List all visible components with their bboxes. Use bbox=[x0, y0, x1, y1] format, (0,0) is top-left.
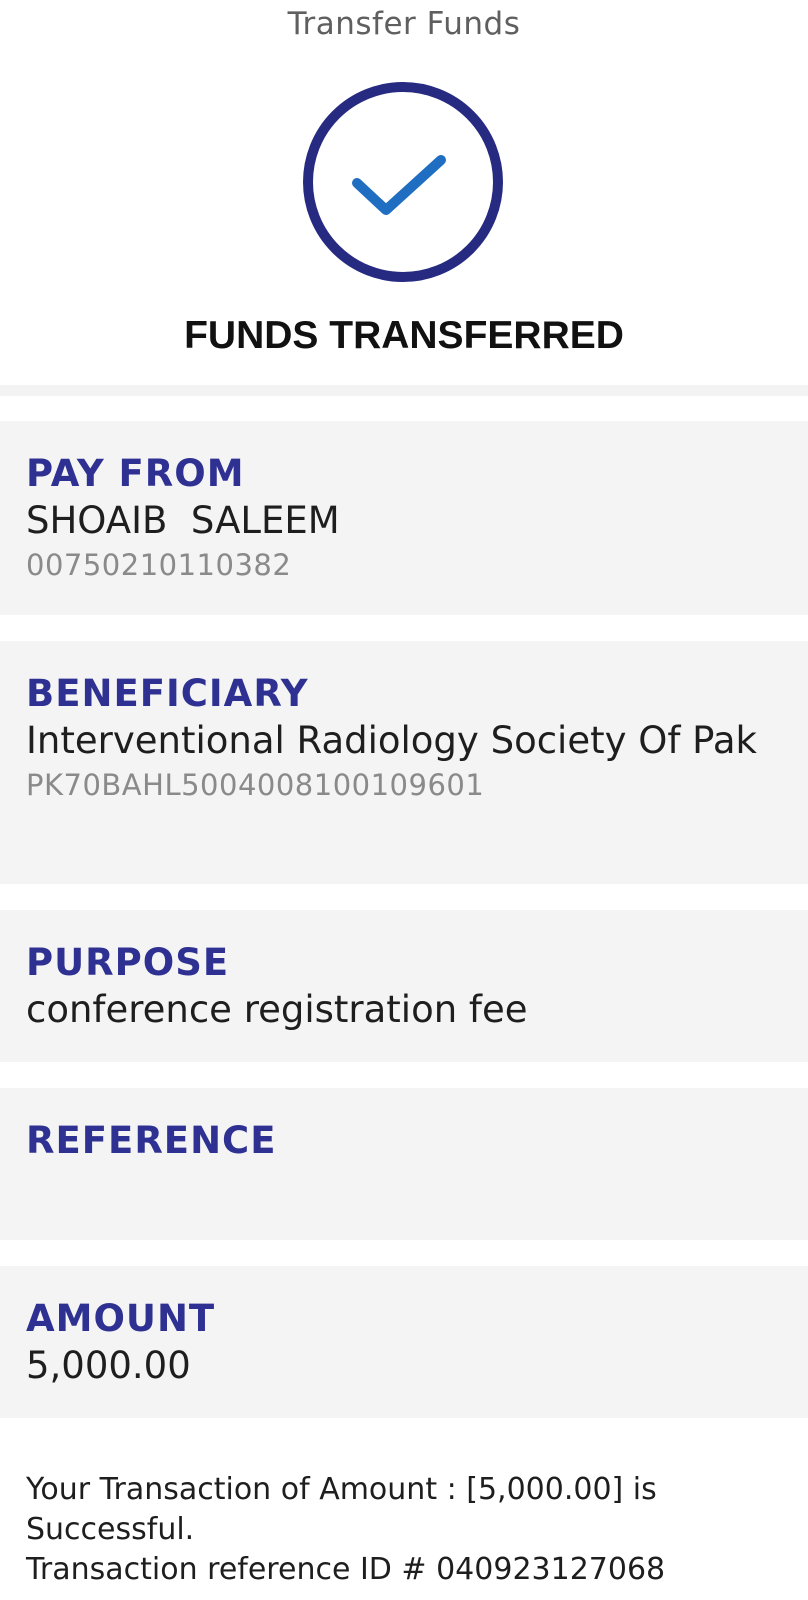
beneficiary-section: BENEFICIARY Interventional Radiology Soc… bbox=[0, 641, 808, 884]
beneficiary-label: BENEFICIARY bbox=[26, 672, 309, 715]
transaction-reference-id: Transaction reference ID # 040923127068 bbox=[26, 1552, 666, 1587]
purpose-section: PURPOSE conference registration fee bbox=[0, 910, 808, 1062]
pay-from-section: PAY FROM SHOAIB SALEEM 00750210110382 bbox=[0, 421, 808, 615]
pay-from-name: SHOAIB SALEEM bbox=[26, 499, 340, 542]
reference-label: REFERENCE bbox=[26, 1119, 277, 1162]
amount-value: 5,000.00 bbox=[26, 1344, 191, 1387]
pay-from-label: PAY FROM bbox=[26, 452, 245, 495]
check-circle-icon bbox=[301, 80, 505, 284]
amount-label: AMOUNT bbox=[26, 1297, 216, 1340]
purpose-value: conference registration fee bbox=[26, 988, 528, 1031]
pay-from-account: 00750210110382 bbox=[26, 548, 292, 582]
reference-section: REFERENCE bbox=[0, 1088, 808, 1240]
transfer-status-title: FUNDS TRANSFERRED bbox=[184, 314, 624, 357]
transaction-message: Your Transaction of Amount : [5,000.00] … bbox=[26, 1470, 786, 1590]
beneficiary-name: Interventional Radiology Society Of Pak bbox=[26, 719, 757, 762]
transaction-message-line: Your Transaction of Amount : [5,000.00] … bbox=[26, 1472, 657, 1507]
amount-section: AMOUNT 5,000.00 bbox=[0, 1266, 808, 1418]
divider bbox=[0, 385, 808, 396]
transaction-message-line: Successful. bbox=[26, 1512, 195, 1547]
beneficiary-account: PK70BAHL5004008100109601 bbox=[26, 768, 485, 802]
page-title: Transfer Funds bbox=[287, 6, 521, 42]
purpose-label: PURPOSE bbox=[26, 941, 230, 984]
